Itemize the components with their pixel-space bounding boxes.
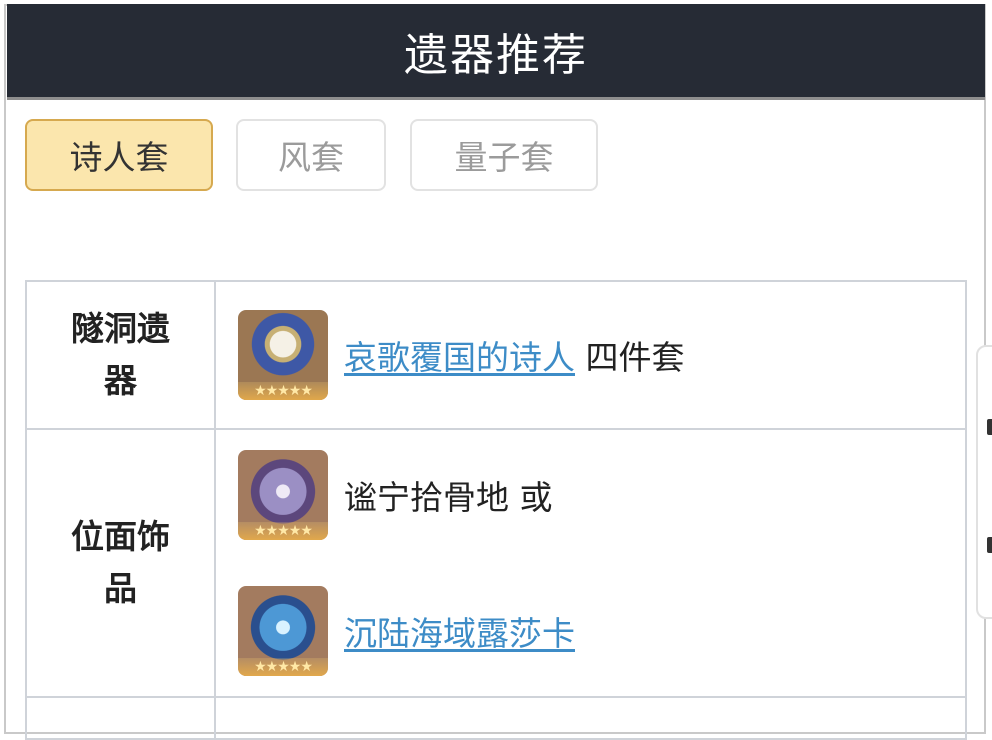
page-title: 遗器推荐	[7, 4, 985, 100]
page-title-text: 遗器推荐	[404, 29, 588, 81]
planar-link-lushaka[interactable]: 沉陆海域露莎卡	[344, 607, 575, 655]
table-divider-vertical	[214, 282, 216, 738]
relic-table: 隧洞遗器 位面饰品 ★★★★★ 哀歌覆国的诗人 四件套 ★★★★★ 谧宁拾骨地 …	[25, 280, 967, 740]
planar-item: ★★★★★ 沉陆海域露莎卡	[238, 586, 575, 676]
relic-link-poet[interactable]: 哀歌覆国的诗人	[344, 338, 575, 377]
crown-flower-relic-icon[interactable]: ★★★★★	[238, 310, 328, 400]
side-floating-panel[interactable]	[976, 345, 992, 619]
tab-wind-set[interactable]: 风套	[236, 119, 386, 191]
table-divider-horizontal	[27, 696, 965, 698]
planar-item: ★★★★★ 谧宁拾骨地 或	[238, 450, 553, 540]
relic-item: ★★★★★ 哀歌覆国的诗人 四件套	[238, 310, 685, 400]
row-label-cavern-relics: 隧洞遗器	[71, 309, 170, 400]
tab-poet-set[interactable]: 诗人套	[25, 119, 213, 191]
purple-orb-planar-icon[interactable]: ★★★★★	[238, 450, 328, 540]
planar-name-text: 谧宁拾骨地 或	[344, 478, 553, 517]
row-label-planar-ornaments: 位面饰品	[71, 517, 170, 608]
blue-orb-planar-icon[interactable]: ★★★★★	[238, 586, 328, 676]
tab-quantum-set[interactable]: 量子套	[410, 119, 598, 191]
set-count-label: 四件套	[585, 338, 685, 377]
